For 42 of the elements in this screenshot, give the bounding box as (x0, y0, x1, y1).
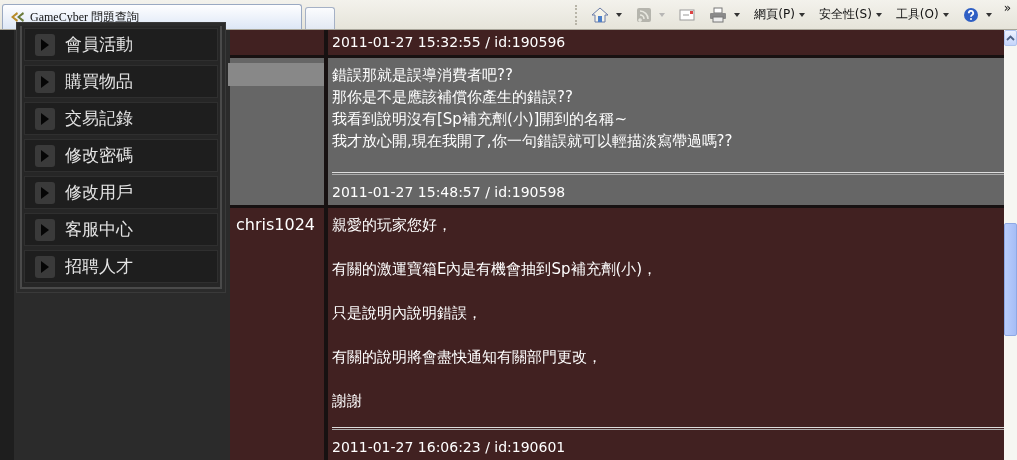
toolbar-menu[interactable]: 安全性(S) (816, 4, 884, 25)
message-line: 我看到說明沒有[Sp補充劑(小)]開到的名稱~ (332, 109, 629, 130)
message-line: 只是說明內說明錯誤， (332, 303, 483, 324)
caret-icon (985, 12, 992, 17)
help-icon (962, 6, 979, 23)
caret-icon (798, 12, 805, 17)
chevron-logo-icon (9, 9, 25, 25)
overflow-chevron[interactable]: » (1003, 1, 1011, 15)
caret-icon (942, 12, 949, 17)
toolbar-menu[interactable]: 網頁(P) (752, 4, 807, 25)
caret-icon (734, 12, 741, 17)
print-button[interactable] (707, 4, 743, 25)
sidebar-item[interactable]: 交易記錄 (24, 102, 218, 135)
scroll-thumb[interactable] (1004, 223, 1017, 336)
sidebar-item[interactable]: 客服中心 (24, 213, 218, 246)
caret-icon (616, 12, 623, 17)
scroll-up-button[interactable] (1004, 30, 1017, 46)
message-line: 親愛的玩家您好， (332, 215, 453, 236)
sidebar-item[interactable]: 購買物品 (24, 65, 218, 98)
post-timestamp: 2011-01-27 15:48:57 / id:190598 (332, 183, 567, 201)
sidebar-item[interactable]: 會員活動 (24, 28, 218, 61)
caret-icon (875, 12, 882, 17)
message-line: 謝謝 (332, 391, 363, 412)
printer-icon (709, 6, 728, 23)
post-timestamp: 2011-01-27 15:32:55 / id:190596 (332, 33, 567, 51)
sidebar-item[interactable]: 修改密碼 (24, 139, 218, 172)
message-line: 那你是不是應該補償你產生的錯誤?? (332, 87, 574, 108)
scrollbar[interactable] (1004, 30, 1017, 460)
house-icon (591, 5, 610, 24)
envelope-icon (679, 7, 696, 22)
message-line: 有關的說明將會盡快通知有關部門更改， (332, 347, 603, 368)
author-name: chris1024 (235, 215, 316, 234)
new-tab-button[interactable] (305, 7, 335, 29)
sidebar-item[interactable]: 招聘人才 (24, 250, 218, 283)
caret-icon (659, 12, 666, 17)
sidebar-item[interactable]: 修改用戶 (24, 176, 218, 209)
rss-icon (636, 6, 653, 23)
message-line: 錯誤那就是誤導消費者吧?? (332, 65, 514, 86)
message-line: 我才放心開,現在我開了,你一句錯誤就可以輕描淡寫帶過嗎?? (332, 131, 734, 152)
toolbar-menu[interactable]: 工具(O) (893, 4, 951, 25)
post-timestamp: 2011-01-27 16:06:23 / id:190601 (332, 438, 567, 456)
message-line: 有關的激運寶箱E內是有機會抽到Sp補充劑(小)， (332, 259, 659, 280)
